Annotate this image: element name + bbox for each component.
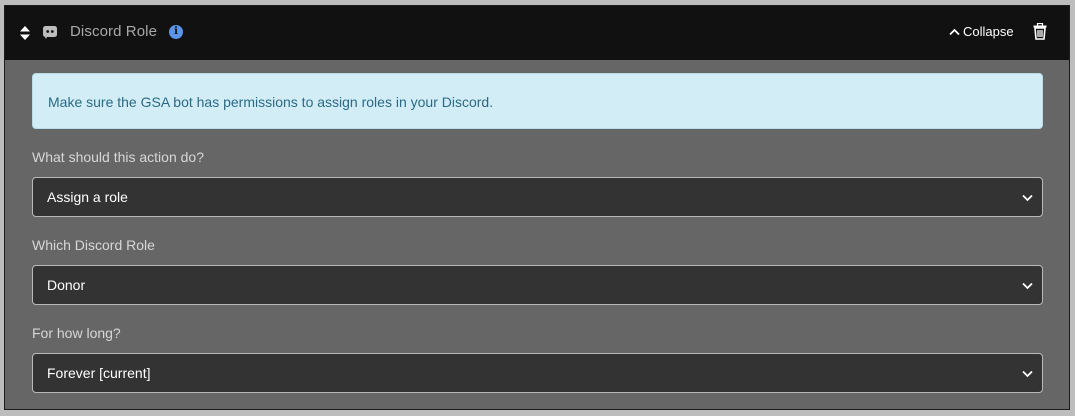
- duration-select[interactable]: Forever [current]: [32, 353, 1043, 393]
- permissions-alert: Make sure the GSA bot has permissions to…: [32, 73, 1043, 129]
- discord-role-label: Which Discord Role: [32, 237, 155, 253]
- duration-label: For how long?: [32, 325, 121, 341]
- sort-handle-icon[interactable]: [19, 25, 31, 41]
- chevron-down-icon: [1022, 194, 1033, 202]
- collapse-label: Collapse: [963, 24, 1014, 39]
- discord-role-action-panel: Discord Role i Collapse Make sure the GS…: [4, 5, 1070, 410]
- trash-icon[interactable]: [1033, 22, 1047, 40]
- chevron-up-icon: [949, 28, 960, 35]
- chevron-down-icon: [1022, 370, 1033, 378]
- panel-title: Discord Role: [70, 23, 158, 40]
- panel-header: Discord Role i Collapse: [5, 6, 1069, 60]
- action-type-label: What should this action do?: [32, 149, 204, 165]
- duration-value: Forever [current]: [47, 365, 151, 381]
- action-type-select[interactable]: Assign a role: [32, 177, 1043, 217]
- alert-text: Make sure the GSA bot has permissions to…: [48, 94, 494, 110]
- discord-role-value: Donor: [47, 277, 86, 293]
- action-type-value: Assign a role: [47, 189, 128, 205]
- info-icon[interactable]: i: [169, 25, 183, 39]
- discord-icon: [42, 24, 58, 40]
- collapse-button[interactable]: Collapse: [949, 24, 1014, 39]
- discord-role-select[interactable]: Donor: [32, 265, 1043, 305]
- chevron-down-icon: [1022, 282, 1033, 290]
